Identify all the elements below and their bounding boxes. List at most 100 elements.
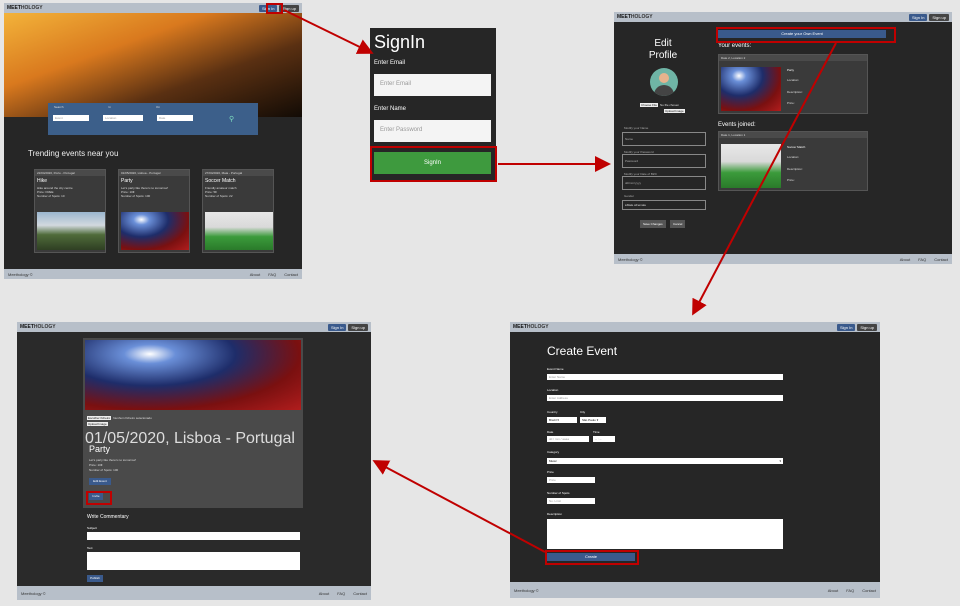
chevron-down-icon: ▾ (779, 459, 781, 463)
trending-title: Trending events near you (28, 149, 119, 158)
location-input[interactable]: Location (103, 115, 143, 121)
home-screen: MEETHOLOGY Sign In Sign up Search In On … (4, 3, 302, 279)
logo[interactable]: MEETHOLOGY (513, 324, 549, 330)
no-file-label: No file chosen (660, 103, 680, 107)
event-name-input[interactable]: Enter Name (547, 374, 783, 380)
search-icon[interactable]: ⚲ (229, 115, 234, 123)
events-joined-title: Events joined: (718, 122, 756, 128)
create-event-title: Create Event (547, 344, 618, 358)
chevron-down-icon: ▾ (557, 418, 559, 422)
logo[interactable]: MEETHOLOGY (617, 14, 653, 20)
description-textarea[interactable] (547, 519, 783, 549)
about-link[interactable]: About (900, 257, 910, 262)
signin-button[interactable]: Sign In (908, 13, 928, 21)
choose-file-button[interactable]: Escolher ficheiro (87, 416, 112, 420)
about-link[interactable]: About (319, 591, 329, 596)
name-input[interactable]: Name (622, 132, 706, 146)
event-card[interactable]: 27/04/2020, Maia - Portugal Soccer Match… (202, 169, 274, 253)
hike-image (37, 212, 105, 250)
event-container: Escolher ficheiro Nenhum ficheiro seleci… (83, 338, 303, 508)
publish-button[interactable]: Publish (87, 575, 103, 582)
signup-button[interactable]: Sign up (348, 323, 368, 331)
search-label: Search (54, 105, 64, 109)
footer: Meethology © About FAQ Contact (17, 586, 371, 600)
country-select[interactable]: Brazil ▾ (547, 417, 577, 423)
faq-link[interactable]: FAQ (846, 588, 854, 593)
highlight-create (545, 550, 639, 565)
edit-event-button[interactable]: Edit Event (89, 478, 111, 485)
email-label: Enter Email (374, 60, 406, 66)
event-image (721, 144, 781, 188)
contact-link[interactable]: Contact (353, 591, 367, 596)
name-label: Modify your Name (624, 126, 649, 130)
date-input[interactable]: Date (157, 115, 193, 121)
faq-link[interactable]: FAQ (268, 272, 276, 277)
joined-event-card[interactable]: Date 1, Location 1 Soccer Match Location… (718, 131, 868, 191)
avatar (650, 68, 678, 96)
party-image (121, 212, 189, 250)
navbar: MEETHOLOGY Sign In Sign up (17, 322, 371, 332)
category-select[interactable]: Music ▾ (547, 458, 783, 464)
text-input[interactable] (87, 552, 300, 570)
event-search-input[interactable]: Event (53, 115, 89, 121)
upload-image-button[interactable]: Upload Image (87, 422, 108, 426)
no-file-label: Nenhum ficheiro selecionado (113, 416, 152, 420)
hero-image (4, 13, 302, 117)
logo[interactable]: MEETHOLOGY (7, 5, 43, 11)
password-input[interactable]: Enter Password (374, 120, 491, 142)
signup-button[interactable]: Sign up (857, 323, 877, 331)
upload-image-button[interactable]: Upload Image (664, 109, 685, 113)
logo[interactable]: MEETHOLOGY (20, 324, 56, 330)
price-input[interactable]: Price (547, 477, 595, 483)
signin-button[interactable]: Sign In (327, 323, 347, 331)
navbar: MEETHOLOGY Sign In Sign up (510, 322, 880, 332)
date-input[interactable]: dd / mm / aaaa (547, 436, 589, 442)
in-label: In (108, 105, 112, 109)
subject-input[interactable] (87, 532, 300, 540)
footer: Meethology © About FAQ Contact (4, 269, 302, 279)
highlight-invite (86, 491, 112, 505)
spots-input[interactable]: No. Limit (547, 498, 595, 504)
write-commentary-title: Write Commentary (87, 514, 129, 520)
footer: Meethology © About FAQ Contact (510, 582, 880, 598)
soccer-image (205, 212, 273, 250)
chevron-down-icon: ▾ (596, 418, 599, 422)
own-event-card[interactable]: Date 2, Location 2 Party Location: Descr… (718, 54, 868, 114)
highlight-signin (266, 3, 283, 14)
location-input[interactable]: Enter Address (547, 395, 783, 401)
search-bar: Search In On Event Location Date ⚲ (48, 103, 258, 135)
password-input[interactable]: Password (622, 154, 706, 168)
contact-link[interactable]: Contact (284, 272, 298, 277)
profile-screen: MEETHOLOGY Sign In Sign up Edit Profile … (614, 12, 952, 264)
faq-link[interactable]: FAQ (337, 591, 345, 596)
footer: Meethology © About FAQ Contact (614, 254, 952, 264)
faq-link[interactable]: FAQ (918, 257, 926, 262)
event-card[interactable]: 01/05/2020, Lisboa - Portugal Party Let'… (118, 169, 190, 253)
event-image (721, 67, 781, 111)
choose-file-button[interactable]: Choose File (640, 103, 659, 107)
event-card[interactable]: 22/04/2020, Porto - Portugal Hike Hike a… (34, 169, 106, 253)
event-banner-image (85, 340, 301, 410)
save-changes-button[interactable]: Save Changes (640, 220, 666, 228)
cancel-button[interactable]: Cancel (670, 220, 686, 228)
navbar: MEETHOLOGY Sign In Sign up (4, 3, 302, 13)
event-page-screen: MEETHOLOGY Sign In Sign up Escolher fich… (17, 322, 371, 600)
gender-label: Gender (624, 194, 635, 198)
contact-link[interactable]: Contact (934, 257, 948, 262)
signin-title: SignIn (374, 32, 426, 52)
highlight-signin-submit (370, 146, 497, 182)
dob-input[interactable]: dd/mm/yyyy (622, 176, 706, 190)
city-select[interactable]: São Paulo ▾ (580, 417, 606, 423)
about-link[interactable]: About (250, 272, 260, 277)
email-input[interactable]: Enter Email (374, 74, 491, 96)
time-input[interactable]: -- : -- (593, 436, 615, 442)
highlight-create-own-event (716, 27, 896, 43)
gender-field: ●Male ●Female (622, 200, 706, 210)
event-date: 01/05/2020, Lisboa - Portugal (85, 430, 295, 447)
signup-button[interactable]: Sign up (929, 13, 949, 21)
edit-profile-title: Edit Profile (648, 38, 678, 61)
your-events-title: Your events: (718, 43, 752, 49)
about-link[interactable]: About (828, 588, 838, 593)
contact-link[interactable]: Contact (862, 588, 876, 593)
signin-button[interactable]: Sign In (836, 323, 856, 331)
